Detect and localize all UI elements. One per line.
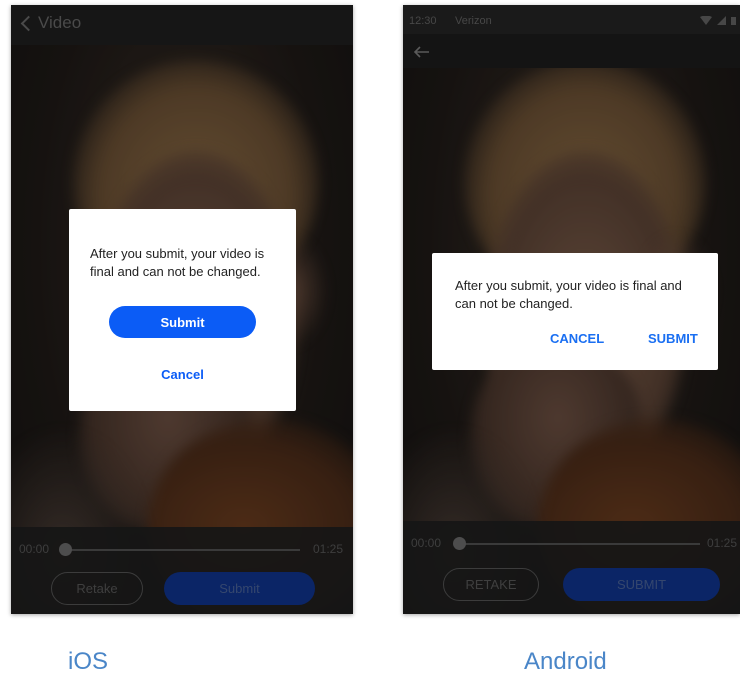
android-dialog-cancel-button[interactable]: CANCEL — [550, 331, 604, 346]
android-scrubber-track[interactable] — [460, 543, 700, 545]
ios-confirm-dialog: After you submit, your video is final an… — [69, 209, 296, 411]
ios-scrubber-thumb[interactable] — [59, 543, 72, 556]
signal-icon — [717, 16, 726, 25]
battery-icon — [731, 17, 736, 25]
ios-dialog-cancel-label: Cancel — [161, 366, 204, 382]
android-current-time: 00:00 — [411, 536, 442, 550]
ios-platform-label: iOS — [68, 648, 109, 675]
ios-current-time: 00:00 — [19, 542, 50, 556]
wifi-icon — [700, 16, 712, 25]
android-status-bar: 12:30 Verizon — [403, 5, 740, 34]
ios-scrubber-track[interactable] — [66, 549, 300, 551]
ios-dialog-cancel-button[interactable]: Cancel — [109, 363, 256, 385]
status-time: 12:30 — [409, 15, 437, 27]
android-scrubber-thumb[interactable] — [453, 537, 466, 550]
ios-back-label: Video — [38, 13, 82, 32]
android-retake-label: RETAKE — [465, 577, 517, 592]
ios-player-controls: 00:00 01:25 Retake Submit — [11, 527, 353, 614]
ios-nav-bar: Video — [11, 5, 353, 45]
android-bottom-submit-label: SUBMIT — [616, 577, 667, 592]
ios-back-button[interactable]: Video — [17, 13, 81, 33]
arrow-back-icon[interactable] — [413, 46, 429, 58]
ios-bottom-submit-label: Submit — [219, 581, 260, 596]
ios-duration: 01:25 — [313, 542, 344, 556]
status-carrier: Verizon — [455, 15, 492, 27]
android-toolbar — [403, 34, 740, 68]
ios-retake-button[interactable]: Retake — [51, 572, 143, 605]
android-dialog-submit-button[interactable]: SUBMIT — [648, 331, 698, 346]
ios-bottom-submit-button[interactable]: Submit — [164, 572, 315, 605]
ios-retake-label: Retake — [76, 581, 118, 596]
android-platform-label: Android — [524, 648, 607, 675]
status-icons — [700, 16, 736, 25]
android-confirm-dialog: After you submit, your video is final an… — [432, 253, 718, 370]
back-chevron-icon — [20, 15, 37, 31]
android-retake-button[interactable]: RETAKE — [443, 568, 539, 601]
android-dialog-message: After you submit, your video is final an… — [455, 278, 682, 311]
android-player-controls: 00:00 01:25 RETAKE SUBMIT — [403, 521, 740, 614]
android-duration: 01:25 — [707, 536, 738, 550]
ios-dialog-submit-button[interactable]: Submit — [109, 306, 256, 338]
ios-dialog-message: After you submit, your video is final an… — [90, 246, 265, 279]
ios-dialog-submit-label: Submit — [160, 314, 205, 330]
android-bottom-submit-button[interactable]: SUBMIT — [563, 568, 720, 601]
